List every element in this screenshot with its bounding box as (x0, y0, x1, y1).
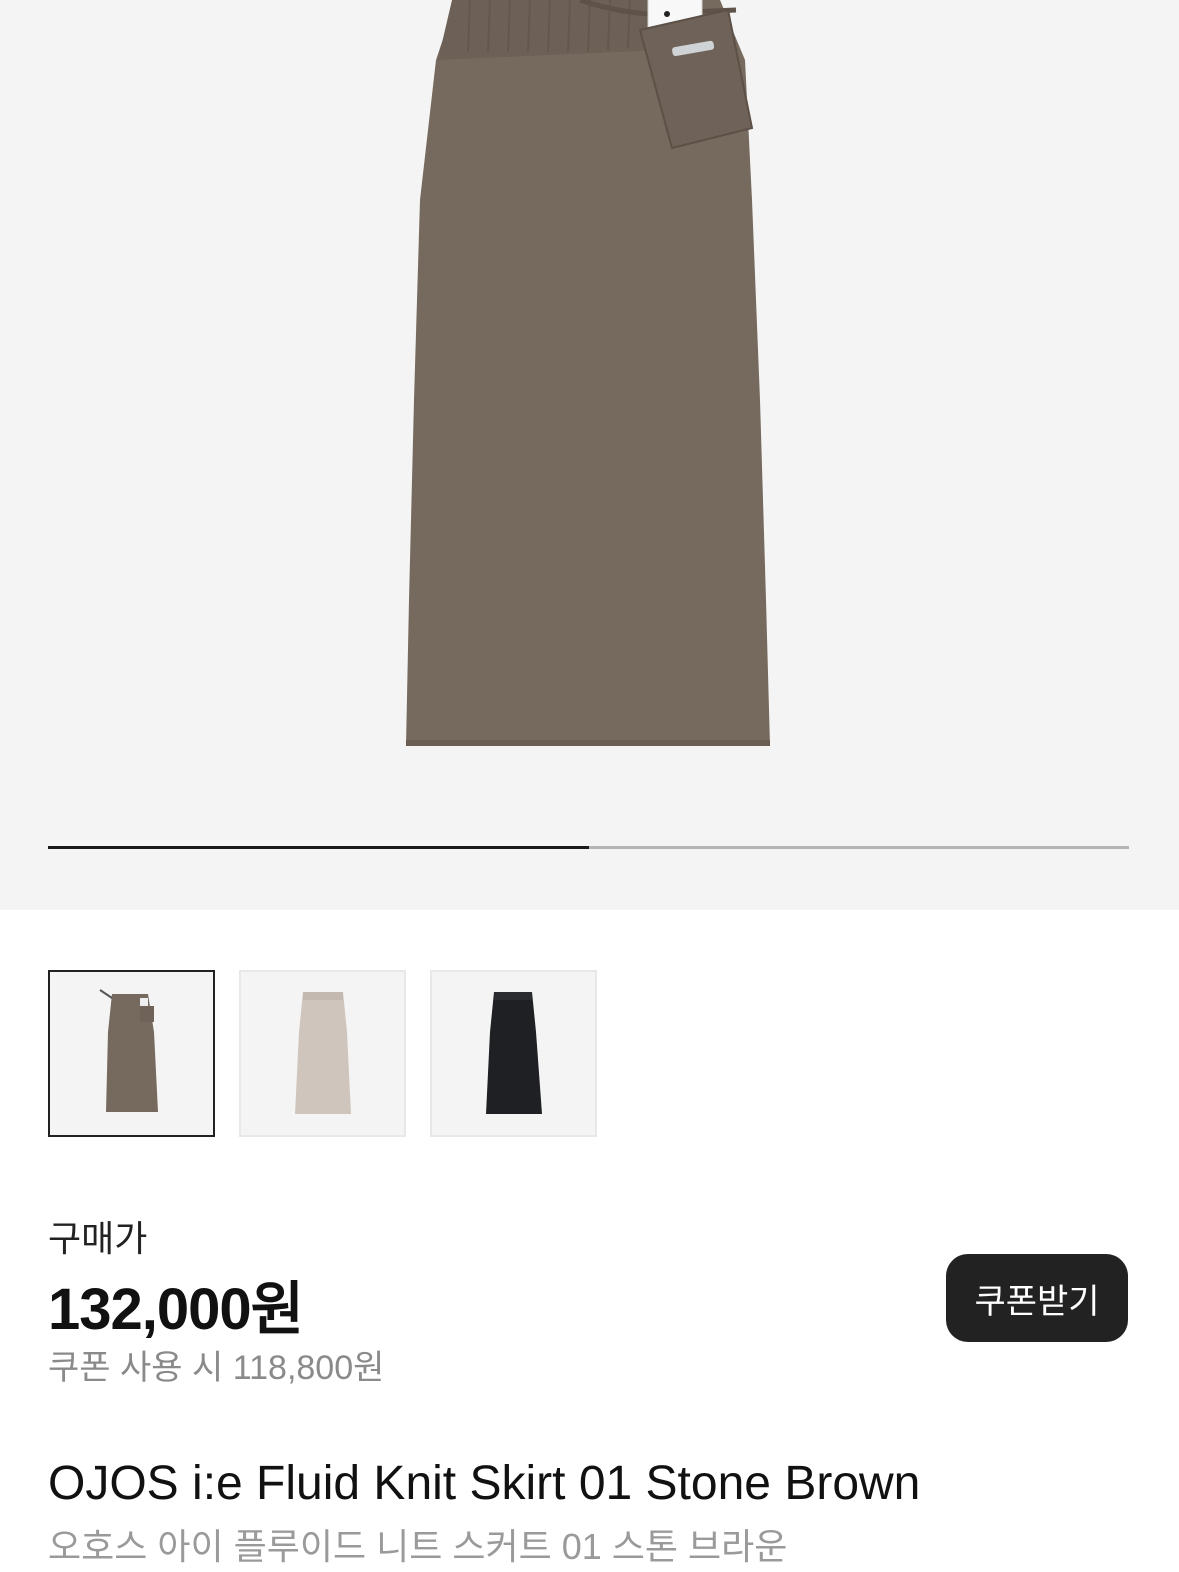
thumbnail-black[interactable] (430, 970, 597, 1137)
skirt-shape (295, 992, 351, 1114)
thumbnail-beige[interactable] (239, 970, 406, 1137)
gallery-progress-fill (48, 846, 589, 849)
product-main-image (406, 0, 770, 746)
product-title-en: OJOS i:e Fluid Knit Skirt 01 Stone Brown (48, 1457, 921, 1510)
coupon-price-text: 쿠폰 사용 시 118,800원 (48, 1349, 385, 1387)
price-label: 구매가 (48, 1218, 148, 1259)
price-amount: 132,000원 (48, 1277, 304, 1342)
get-coupon-button[interactable]: 쿠폰받기 (946, 1254, 1128, 1342)
gallery-progress-bar (48, 846, 1129, 849)
thumbnail-stone-brown[interactable] (48, 970, 215, 1137)
product-image-gallery[interactable] (0, 0, 1179, 910)
product-title-ko: 오호스 아이 플루이드 니트 스커트 01 스톤 브라운 (48, 1526, 788, 1567)
skirt-shape (486, 992, 542, 1114)
